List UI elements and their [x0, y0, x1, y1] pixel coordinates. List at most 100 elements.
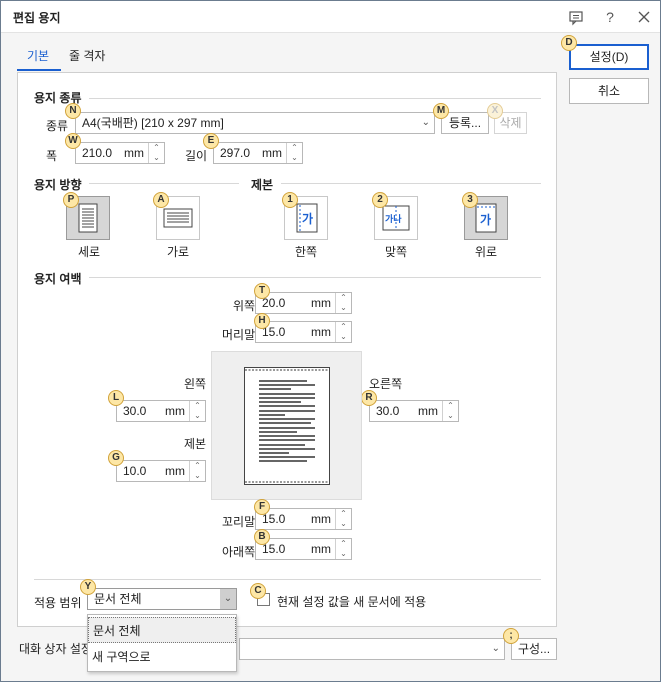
configure-button[interactable]: 구성... — [511, 638, 557, 660]
left-margin-spinner[interactable]: 30.0 mm ⌃ ⌄ — [116, 400, 206, 422]
hotkey-badge-h: H — [254, 313, 270, 329]
svg-text:가나: 가나 — [385, 213, 402, 225]
spinner-arrows[interactable]: ⌃ ⌄ — [335, 509, 351, 529]
unit-label: mm — [262, 146, 282, 160]
section-divider — [89, 277, 541, 278]
height-spinner[interactable]: 297.0 mm ⌃ ⌄ — [213, 142, 303, 164]
chevron-down-icon: ⌄ — [491, 643, 500, 654]
hotkey-badge-2: 2 — [372, 192, 388, 208]
title-bar: 편집 용지 ? — [1, 1, 660, 33]
apply-range-value: 문서 전체 — [94, 592, 142, 606]
right-margin-label: 오른쪽 — [369, 377, 403, 391]
dialog-settings-label: 대화 상자 설정 — [19, 642, 92, 656]
unit-label: mm — [311, 542, 331, 556]
orientation-section-title: 용지 방향 — [34, 178, 82, 192]
margin-preview — [211, 351, 362, 500]
unit-label: mm — [311, 512, 331, 526]
left-margin-label: 왼쪽 — [184, 377, 207, 391]
hotkey-badge-a: A — [153, 192, 169, 208]
binding-section-title: 제본 — [251, 178, 274, 192]
dialog-settings-select[interactable]: ⌄ — [239, 638, 505, 660]
top-margin-spinner[interactable]: 20.0 mm ⌃ ⌄ — [255, 292, 352, 314]
gutter-margin-spinner[interactable]: 10.0 mm ⌃ ⌄ — [116, 460, 206, 482]
spinner-arrows[interactable]: ⌃ ⌄ — [286, 143, 302, 163]
comment-icon[interactable] — [566, 7, 586, 27]
spinner-arrows[interactable]: ⌃ ⌄ — [335, 539, 351, 559]
apply-range-label: 적용 범위 — [34, 596, 82, 610]
register-button[interactable]: 등록... — [441, 112, 489, 134]
hotkey-badge-c: C — [250, 583, 266, 599]
binding-top-label: 위로 — [475, 245, 498, 259]
hotkey-badge-n: N — [65, 103, 81, 119]
unit-label: mm — [124, 146, 144, 160]
gutter-margin-label: 제본 — [184, 437, 207, 451]
bottom-margin-label: 아래쪽 — [222, 545, 256, 559]
help-icon[interactable]: ? — [600, 7, 620, 27]
dropdown-option-whole-document[interactable]: 문서 전체 — [88, 617, 236, 643]
unit-label: mm — [165, 404, 185, 418]
preview-page — [244, 367, 330, 485]
hotkey-badge-d: D — [561, 35, 577, 51]
footer-margin-label: 꼬리말 — [222, 515, 256, 529]
binding-facing-label: 맞쪽 — [385, 245, 408, 259]
hotkey-badge-r: R — [361, 390, 377, 406]
hotkey-badge-e: E — [203, 133, 219, 149]
apply-to-new-doc-label[interactable]: 현재 설정 값을 새 문서에 적용 — [277, 593, 426, 610]
paper-kind-value: A4(국배판) [210 x 297 mm] — [82, 116, 224, 130]
section-divider — [281, 183, 541, 184]
height-value: 297.0 — [220, 146, 251, 160]
left-margin-value: 30.0 — [123, 404, 147, 418]
width-label: 폭 — [46, 149, 58, 163]
section-divider — [89, 98, 541, 99]
hotkey-badge-w: W — [65, 133, 81, 149]
section-divider — [34, 579, 541, 580]
spinner-arrows[interactable]: ⌃ ⌄ — [335, 293, 351, 313]
tab-line-grid[interactable]: 줄 격자 — [69, 47, 105, 64]
hotkey-badge-b: B — [254, 529, 270, 545]
spinner-arrows[interactable]: ⌃ ⌄ — [189, 461, 205, 481]
apply-range-dropdown-list: 문서 전체 새 구역으로 — [87, 614, 237, 672]
hotkey-badge-1: 1 — [282, 192, 298, 208]
height-label: 길이 — [185, 149, 208, 163]
chevron-down-icon: ⌄ — [421, 117, 430, 128]
binding-single-label: 한쪽 — [295, 245, 318, 259]
unit-label: mm — [311, 325, 331, 339]
hotkey-badge-semicolon: ; — [503, 628, 519, 644]
bottom-margin-spinner[interactable]: 15.0 mm ⌃ ⌄ — [255, 538, 352, 560]
hotkey-badge-3: 3 — [462, 192, 478, 208]
footer-margin-spinner[interactable]: 15.0 mm ⌃ ⌄ — [255, 508, 352, 530]
cancel-button[interactable]: 취소 — [569, 78, 649, 104]
margins-section-title: 용지 여백 — [34, 272, 82, 286]
hotkey-badge-g: G — [108, 450, 124, 466]
spinner-arrows[interactable]: ⌃ ⌄ — [189, 401, 205, 421]
paper-kind-select[interactable]: A4(국배판) [210 x 297 mm] ⌄ — [75, 112, 435, 134]
header-margin-label: 머리말 — [222, 328, 256, 342]
landscape-label: 가로 — [167, 245, 190, 259]
hotkey-badge-f: F — [254, 499, 270, 515]
unit-label: mm — [418, 404, 438, 418]
dropdown-option-new-section[interactable]: 새 구역으로 — [88, 644, 236, 670]
right-margin-spinner[interactable]: 30.0 mm ⌃ ⌄ — [369, 400, 459, 422]
svg-text:가: 가 — [302, 211, 313, 226]
spinner-arrows[interactable]: ⌃ ⌄ — [335, 322, 351, 342]
portrait-label: 세로 — [78, 245, 101, 259]
width-spinner[interactable]: 210.0 mm ⌃ ⌄ — [75, 142, 165, 164]
dialog-title: 편집 용지 — [13, 11, 61, 25]
gutter-margin-value: 10.0 — [123, 464, 147, 478]
unit-label: mm — [311, 296, 331, 310]
preview-page-content — [245, 369, 329, 483]
hotkey-badge-p: P — [63, 192, 79, 208]
right-margin-value: 30.0 — [376, 404, 400, 418]
ok-button[interactable]: 설정(D) — [569, 44, 649, 70]
hotkey-badge-x: X — [487, 103, 503, 119]
hotkey-badge-y: Y — [80, 579, 96, 595]
tab-basic[interactable]: 기본 — [27, 47, 49, 64]
hotkey-badge-m: M — [433, 103, 449, 119]
spinner-arrows[interactable]: ⌃ ⌄ — [148, 143, 164, 163]
close-icon[interactable] — [634, 7, 654, 27]
apply-range-select[interactable]: 문서 전체 ⌄ — [87, 588, 237, 610]
header-margin-spinner[interactable]: 15.0 mm ⌃ ⌄ — [255, 321, 352, 343]
paper-kind-label: 종류 — [46, 119, 69, 133]
width-value: 210.0 — [82, 146, 113, 160]
spinner-arrows[interactable]: ⌃ ⌄ — [442, 401, 458, 421]
